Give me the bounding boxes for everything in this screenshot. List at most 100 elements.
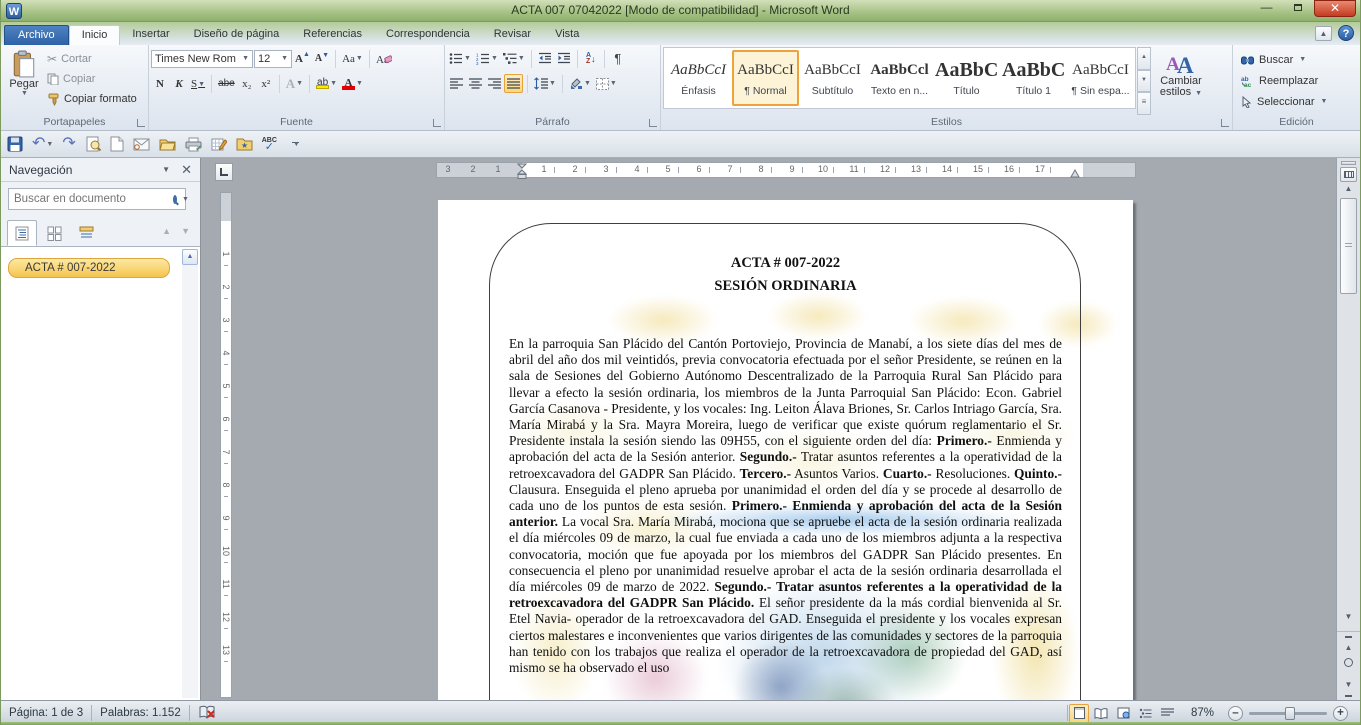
show-marks-button[interactable]: ¶ xyxy=(609,49,627,68)
scroll-thumb[interactable] xyxy=(1340,198,1357,294)
cut-button[interactable]: ✂ Cortar xyxy=(45,49,137,69)
format-painter-button[interactable]: Copiar formato xyxy=(45,89,137,109)
search-icon[interactable] xyxy=(173,195,177,204)
doc-body-text[interactable]: En la parroquia San Plácido del Cantón P… xyxy=(509,336,1062,676)
new-document-button[interactable] xyxy=(110,134,124,154)
nav-tab-pages[interactable] xyxy=(39,220,69,246)
decrease-indent-button[interactable] xyxy=(536,49,554,68)
scroll-down-button[interactable]: ▼ xyxy=(1340,610,1357,624)
ruler-toggle-button[interactable] xyxy=(1340,167,1357,182)
split-handle[interactable] xyxy=(1341,161,1356,165)
paragraph-dialog-launcher[interactable] xyxy=(649,119,657,127)
view-web-layout-button[interactable] xyxy=(1113,704,1133,723)
view-outline-button[interactable] xyxy=(1135,704,1155,723)
clipboard-dialog-launcher[interactable] xyxy=(137,119,145,127)
nav-tab-headings[interactable] xyxy=(7,220,37,246)
view-draft-button[interactable] xyxy=(1157,704,1177,723)
browse-previous-button[interactable]: ▲ xyxy=(1340,636,1357,656)
browse-object-button[interactable] xyxy=(1340,656,1357,676)
find-button[interactable]: Buscar ▼ xyxy=(1241,49,1327,70)
font-size-combo[interactable]: 12 ▼ xyxy=(254,50,292,68)
minimize-ribbon-button[interactable]: ▲ xyxy=(1315,26,1332,41)
line-spacing-button[interactable]: ▼ xyxy=(532,74,558,93)
text-effects-button[interactable]: A▼ xyxy=(284,74,305,93)
align-left-button[interactable] xyxy=(447,74,465,93)
nav-next-button[interactable]: ▼ xyxy=(181,226,190,236)
underline-button[interactable]: S▼ xyxy=(189,74,207,93)
clear-formatting-button[interactable]: Aa xyxy=(374,49,394,68)
superscript-button[interactable]: x² xyxy=(257,74,275,93)
numbering-button[interactable]: 123 ▼ xyxy=(474,49,500,68)
help-button[interactable]: ? xyxy=(1338,25,1354,41)
tab-archivo[interactable]: Archivo xyxy=(4,25,69,45)
mail-attachment-button[interactable] xyxy=(133,134,150,154)
zoom-in-button[interactable]: + xyxy=(1333,706,1348,721)
copy-button[interactable]: Copiar xyxy=(45,69,137,89)
open-button[interactable] xyxy=(159,134,176,154)
print-preview-button[interactable] xyxy=(85,134,101,154)
tab-inicio[interactable]: Inicio xyxy=(69,25,121,45)
style-card-normal[interactable]: AaBbCcI ¶ Normal xyxy=(732,50,799,106)
nav-tab-results[interactable] xyxy=(71,220,101,246)
paste-button[interactable]: Pegar ▼ xyxy=(3,47,45,115)
qat-more-button[interactable]: ▼ xyxy=(292,134,300,154)
style-card-sin-espaciado[interactable]: AaBbCcI ¶ Sin espa... xyxy=(1067,50,1134,106)
nav-scroll-up-button[interactable]: ▲ xyxy=(182,249,198,265)
font-family-combo[interactable]: Times New Rom ▼ xyxy=(151,50,253,68)
redo-button[interactable]: ↷ xyxy=(62,134,75,154)
shrink-font-button[interactable]: A▼ xyxy=(313,49,331,68)
edit-table-button[interactable] xyxy=(211,134,227,154)
select-button[interactable]: Seleccionar ▼ xyxy=(1241,91,1327,112)
spelling-button[interactable]: ABC ✓ xyxy=(262,134,277,154)
style-card-titulo[interactable]: AaBbC Título xyxy=(933,50,1000,106)
align-center-button[interactable] xyxy=(466,74,484,93)
quick-print-button[interactable]: ✓ xyxy=(185,134,202,154)
sort-button[interactable]: A Z ↓ xyxy=(582,49,600,68)
nav-previous-button[interactable]: ▲ xyxy=(162,226,171,236)
page-indicator[interactable]: Página: 1 de 3 xyxy=(1,703,91,724)
style-card-texto-en-negrita[interactable]: AaBbCcl Texto en n... xyxy=(866,50,933,106)
style-card-enfasis[interactable]: AaBbCcI Énfasis xyxy=(665,50,732,106)
word-count[interactable]: Palabras: 1.152 xyxy=(92,703,189,724)
shading-button[interactable]: ▼ xyxy=(567,74,593,93)
navigation-options-dropdown[interactable]: ▼ xyxy=(162,158,170,182)
minimize-button[interactable]: — xyxy=(1252,0,1281,17)
styles-more-button[interactable]: ≡ xyxy=(1137,92,1151,115)
indent-markers[interactable] xyxy=(517,161,527,181)
styles-scroll-down-button[interactable]: ▼ xyxy=(1137,70,1151,93)
right-indent-marker[interactable] xyxy=(1070,169,1080,178)
tab-selector-button[interactable] xyxy=(215,163,233,181)
italic-button[interactable]: K xyxy=(170,74,188,93)
change-styles-button[interactable]: A A Cambiar estilos ▼ xyxy=(1151,47,1211,115)
increase-indent-button[interactable] xyxy=(555,49,573,68)
browse-next-button[interactable]: ▼ xyxy=(1340,676,1357,696)
tab-diseno-de-pagina[interactable]: Diseño de página xyxy=(182,25,292,45)
zoom-slider[interactable] xyxy=(1249,712,1327,715)
nav-heading-item[interactable]: ACTA # 007-2022 xyxy=(8,258,170,278)
undo-button[interactable]: ↶ ▼ xyxy=(32,134,53,154)
multilevel-list-button[interactable]: ▼ xyxy=(501,49,527,68)
navigation-close-button[interactable]: ✕ xyxy=(181,158,192,182)
styles-dialog-launcher[interactable] xyxy=(1221,119,1229,127)
font-color-button[interactable]: A ▼ xyxy=(340,74,365,93)
tab-correspondencia[interactable]: Correspondencia xyxy=(374,25,482,45)
styles-scroll-up-button[interactable]: ▲ xyxy=(1137,47,1151,70)
style-card-subtitulo[interactable]: AaBbCcI Subtítulo xyxy=(799,50,866,106)
justify-button[interactable] xyxy=(504,74,523,93)
zoom-out-button[interactable]: – xyxy=(1228,706,1243,721)
restore-button[interactable] xyxy=(1283,0,1312,17)
strikethrough-button[interactable]: abe xyxy=(216,74,237,93)
zoom-level[interactable]: 87% xyxy=(1178,703,1222,724)
highlight-button[interactable]: ab ▼ xyxy=(314,74,339,93)
tab-insertar[interactable]: Insertar xyxy=(120,25,181,45)
tab-vista[interactable]: Vista xyxy=(543,25,591,45)
nav-list-scrollbar[interactable]: ▲ xyxy=(182,249,198,698)
scroll-up-button[interactable]: ▲ xyxy=(1340,182,1357,196)
style-card-titulo-1[interactable]: AaBbC Título 1 xyxy=(1000,50,1067,106)
subscript-button[interactable]: x₂ xyxy=(238,74,256,93)
bold-button[interactable]: N xyxy=(151,74,169,93)
align-right-button[interactable] xyxy=(485,74,503,93)
tab-referencias[interactable]: Referencias xyxy=(291,25,374,45)
change-case-button[interactable]: Aa▼ xyxy=(340,49,365,68)
close-button[interactable]: ✕ xyxy=(1314,0,1356,17)
